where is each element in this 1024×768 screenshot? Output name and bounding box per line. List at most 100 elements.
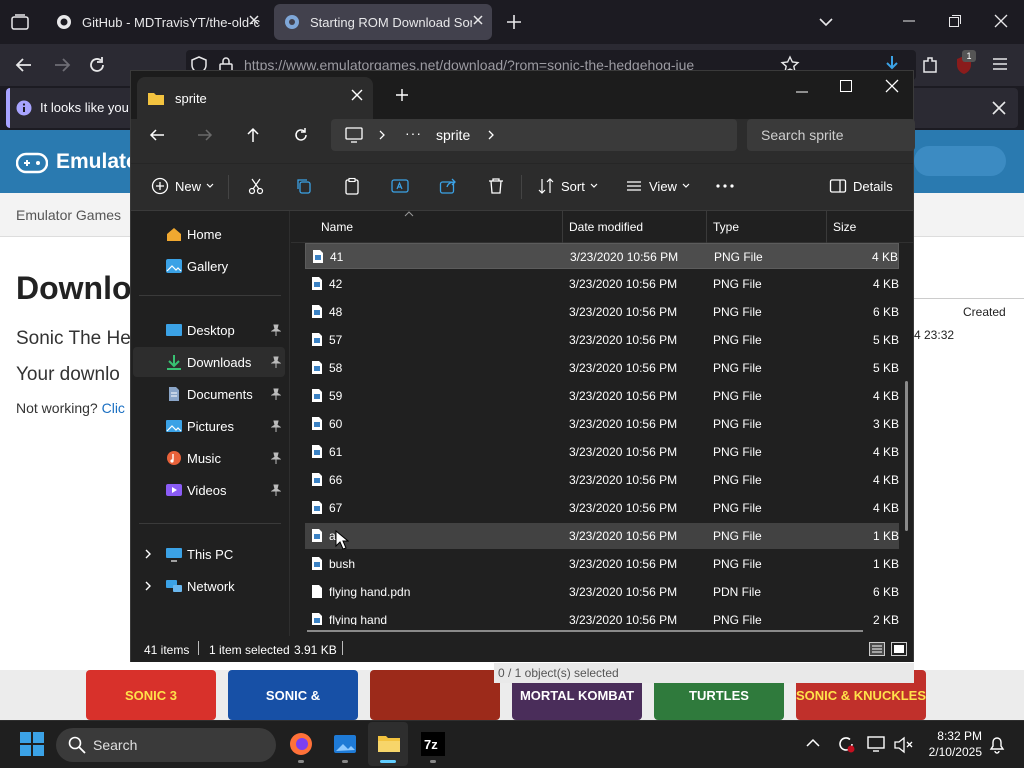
file-row[interactable]: 48 3/23/2020 10:56 PM PNG File 6 KB (305, 299, 899, 325)
column-header-date[interactable]: Date modified (569, 220, 643, 234)
start-icon[interactable] (20, 732, 44, 756)
firefox-icon[interactable] (289, 732, 313, 756)
sidebar-item-downloads[interactable]: Downloads (133, 347, 285, 377)
sidebar-item-desktop[interactable]: Desktop (133, 315, 285, 345)
browser-tab-github[interactable]: GitHub - MDTravisYT/the-old-c (46, 4, 268, 40)
cut-button[interactable] (247, 177, 265, 195)
details-button[interactable]: Details (829, 177, 893, 195)
explorer-search-input[interactable]: Search sprite (747, 119, 915, 151)
close-notification-icon[interactable] (992, 101, 1006, 115)
tray-overflow-chevron-icon[interactable] (806, 738, 820, 748)
game-cover[interactable] (370, 670, 500, 720)
game-cover[interactable]: SONIC 3 (86, 670, 216, 720)
pin-icon[interactable] (271, 356, 281, 368)
menu-icon[interactable] (992, 56, 1008, 72)
file-row[interactable]: flying hand.pdn 3/23/2020 10:56 PM PDN Fil… (305, 579, 899, 605)
new-explorer-tab-icon[interactable] (395, 88, 409, 102)
network-status-icon[interactable] (867, 735, 887, 753)
pin-icon[interactable] (271, 388, 281, 400)
file-row[interactable]: 42 3/23/2020 10:56 PM PNG File 4 KB (305, 271, 899, 297)
file-row[interactable]: 41 3/23/2020 10:56 PM PNG File 4 KB (305, 243, 899, 269)
horizontal-scrollbar[interactable] (307, 630, 863, 632)
column-header-type[interactable]: Type (713, 220, 739, 234)
address-crumb[interactable]: sprite (436, 127, 470, 143)
file-row[interactable]: 59 3/23/2020 10:56 PM PNG File 4 KB (305, 383, 899, 409)
sidebar-item-videos[interactable]: Videos (133, 475, 285, 505)
explorer-close-icon[interactable] (885, 79, 899, 93)
file-row[interactable]: 57 3/23/2020 10:56 PM PNG File 5 KB (305, 327, 899, 353)
rename-button[interactable] (391, 177, 409, 195)
breadcrumb-link[interactable]: Emulator Games (16, 207, 121, 223)
7zip-icon[interactable]: 7z (421, 732, 445, 756)
browser-tab-rom-download[interactable]: Starting ROM Download Sonic (274, 4, 492, 40)
copy-button[interactable] (295, 177, 313, 195)
file-row[interactable]: 60 3/23/2020 10:56 PM PNG File 3 KB (305, 411, 899, 437)
site-search-box[interactable] (914, 146, 1006, 176)
reload-icon[interactable] (87, 55, 107, 75)
explorer-tab[interactable]: sprite (137, 77, 373, 119)
share-button[interactable] (439, 177, 457, 195)
pin-icon[interactable] (271, 420, 281, 432)
taskbar-search-box[interactable] (56, 728, 276, 762)
file-row[interactable]: 66 3/23/2020 10:56 PM PNG File 4 KB (305, 467, 899, 493)
address-ellipsis[interactable]: ··· (405, 125, 422, 141)
file-row[interactable]: 61 3/23/2020 10:56 PM PNG File 4 KB (305, 439, 899, 465)
sidebar-item-pictures[interactable]: Pictures (133, 411, 285, 441)
sync-icon[interactable] (836, 734, 856, 754)
chevron-right-icon[interactable] (487, 130, 495, 140)
click-here-link[interactable]: Clic (102, 400, 125, 416)
restore-icon[interactable] (948, 14, 962, 28)
sidebar-item-network[interactable]: Network (133, 571, 285, 601)
file-row[interactable]: flying hand 3/23/2020 10:56 PM PNG File 2 K… (305, 607, 899, 625)
chevron-right-icon[interactable] (144, 549, 152, 559)
pin-icon[interactable] (271, 324, 281, 336)
sidebar-item-gallery[interactable]: Gallery (133, 251, 285, 281)
explorer-refresh-icon[interactable] (293, 127, 309, 143)
chevron-right-icon[interactable] (144, 581, 152, 591)
column-header-name[interactable]: Name (321, 220, 353, 234)
close-tab-icon[interactable] (248, 14, 260, 26)
photos-app-icon[interactable] (333, 732, 357, 756)
file-row[interactable]: bush 3/23/2020 10:56 PM PNG File 1 KB (305, 551, 899, 577)
sort-button[interactable]: Sort (537, 177, 598, 195)
file-row[interactable]: 58 3/23/2020 10:56 PM PNG File 5 KB (305, 355, 899, 381)
view-button[interactable]: View (625, 177, 690, 195)
column-separator[interactable] (706, 211, 707, 243)
pin-icon[interactable] (271, 484, 281, 496)
close-explorer-tab-icon[interactable] (351, 89, 363, 101)
pin-icon[interactable] (271, 452, 281, 464)
explorer-minimize-icon[interactable] (795, 85, 809, 99)
sidebar-item-documents[interactable]: Documents (133, 379, 285, 409)
extensions-icon[interactable] (920, 55, 940, 75)
file-row[interactable]: a 3/23/2020 10:56 PM PNG File 1 KB (305, 523, 899, 549)
more-options-icon[interactable] (715, 177, 735, 195)
taskbar-clock[interactable]: 8:32 PM 2/10/2025 (920, 728, 982, 760)
tiles-view-icon[interactable] (891, 642, 907, 656)
paste-button[interactable] (343, 177, 361, 195)
explorer-back-icon[interactable] (149, 127, 165, 143)
tab-overflow-chevron-icon[interactable] (818, 14, 834, 30)
details-view-icon[interactable] (869, 642, 885, 656)
tab-list-icon[interactable] (10, 12, 30, 32)
new-button[interactable]: New (151, 177, 214, 195)
sidebar-item-music[interactable]: Music (133, 443, 285, 473)
vertical-scrollbar[interactable] (905, 381, 908, 531)
close-browser-icon[interactable] (994, 14, 1008, 28)
close-tab-icon[interactable] (472, 14, 484, 26)
column-separator[interactable] (826, 211, 827, 243)
sidebar-item-home[interactable]: Home (133, 219, 285, 249)
game-cover[interactable]: SONIC & (228, 670, 358, 720)
site-logo[interactable]: Emulato (56, 150, 139, 174)
volume-muted-icon[interactable] (893, 736, 913, 754)
new-tab-icon[interactable] (506, 14, 522, 30)
explorer-forward-icon[interactable] (197, 127, 213, 143)
delete-button[interactable] (487, 177, 505, 195)
back-icon[interactable] (14, 55, 34, 75)
column-separator[interactable] (562, 211, 563, 243)
explorer-address-bar[interactable]: ··· sprite (331, 119, 737, 151)
column-header-size[interactable]: Size (833, 220, 856, 234)
forward-icon[interactable] (52, 55, 72, 75)
file-row[interactable]: 67 3/23/2020 10:56 PM PNG File 4 KB (305, 495, 899, 521)
notification-bell-icon[interactable] (988, 735, 1006, 755)
sidebar-item-this-pc[interactable]: This PC (133, 539, 285, 569)
